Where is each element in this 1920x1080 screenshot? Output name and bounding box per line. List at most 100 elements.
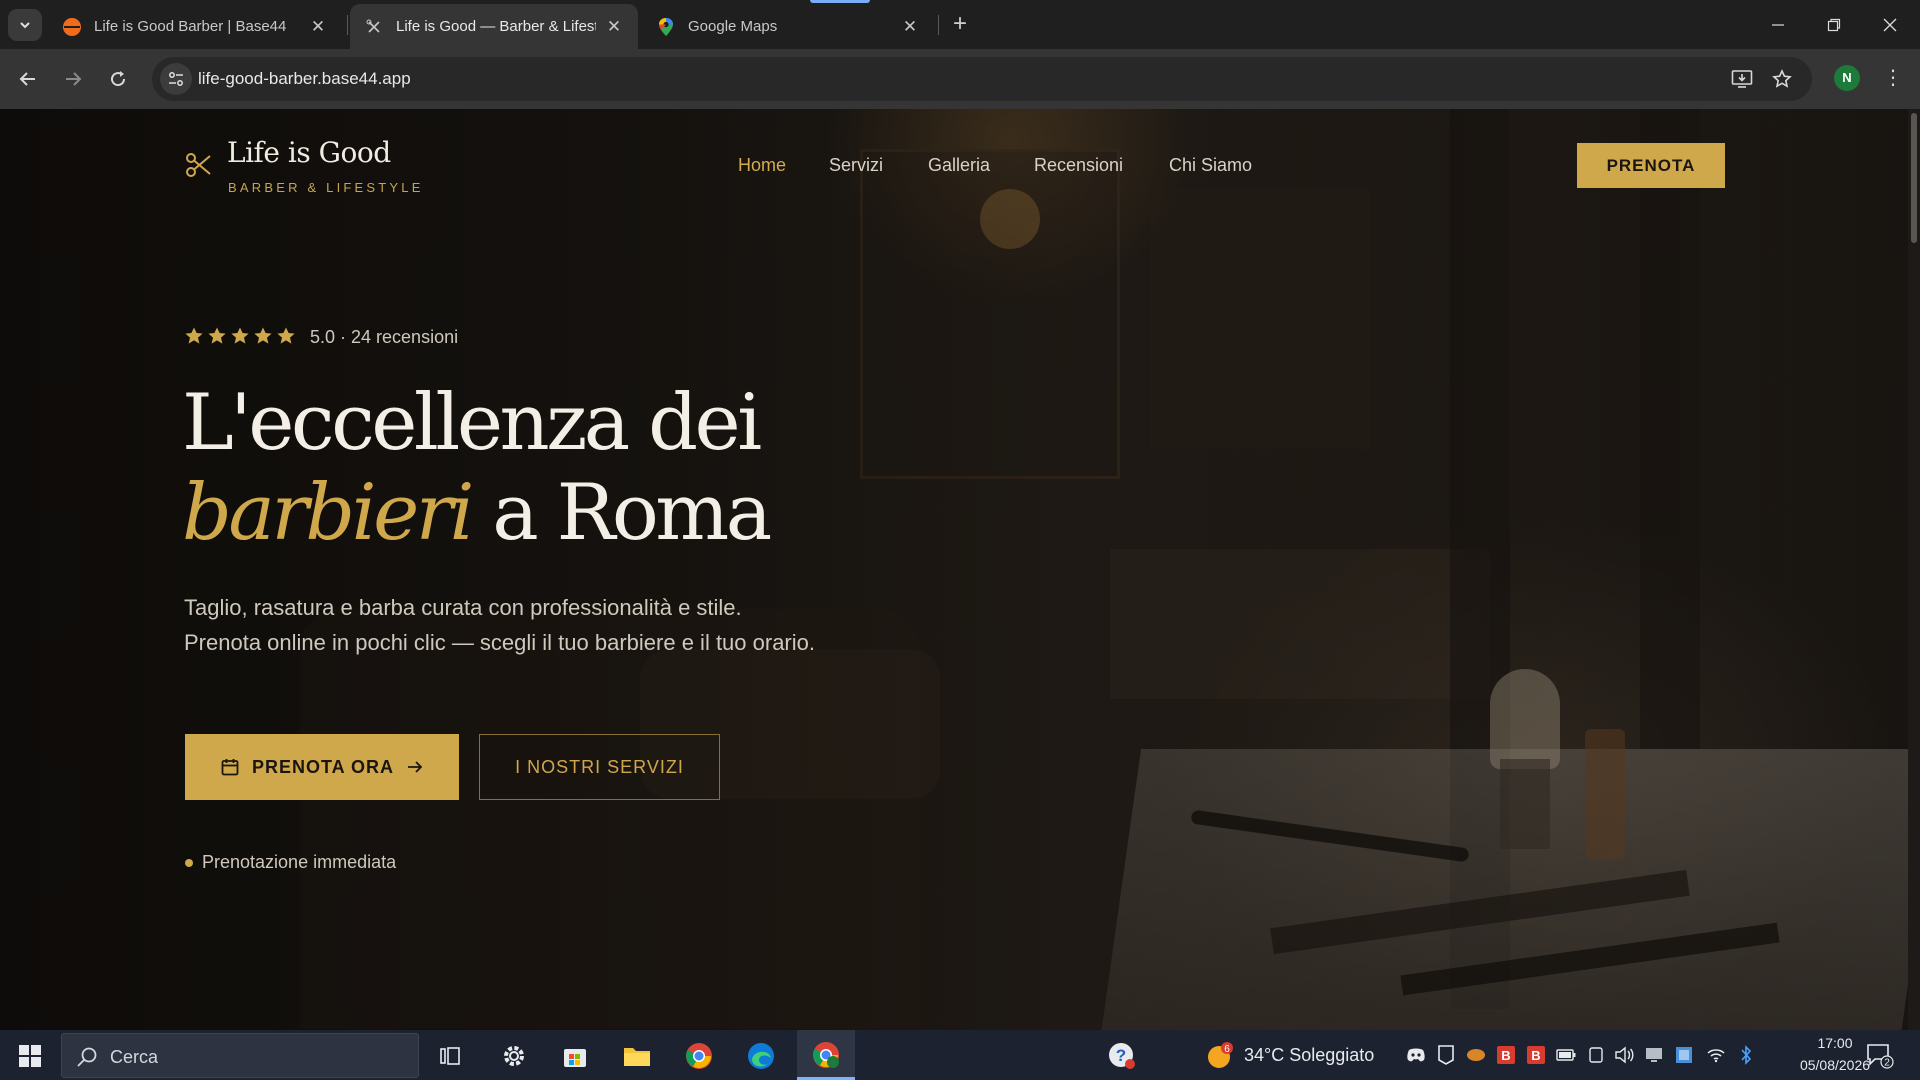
page-viewport: [0, 109, 1920, 1030]
prenota-ora-label: PRENOTA ORA: [251, 756, 394, 777]
notification-icon[interactable]: 2: [1862, 1038, 1898, 1074]
svg-text:?: ?: [1116, 1046, 1126, 1065]
site-info-button[interactable]: [160, 63, 192, 95]
install-app-button[interactable]: [1730, 67, 1754, 91]
search-icon: [77, 1047, 97, 1067]
windows-taskbar: Cerca ? 6 34°C Soleggiato B B 17:00 05/0…: [0, 1030, 1920, 1080]
tab-title: Life is Good — Barber & Lifestyle: [396, 18, 596, 35]
star-icon: [277, 327, 295, 344]
svg-text:B: B: [1531, 1048, 1540, 1063]
rating-text: 5.0 · 24 recensioni: [310, 327, 459, 347]
tab-title: Life is Good Barber | Base44: [94, 18, 287, 35]
url-text[interactable]: life-good-barber.base44.app: [198, 69, 411, 89]
edge-icon[interactable]: [743, 1038, 779, 1074]
reload-icon: [111, 71, 126, 87]
epic-games-icon[interactable]: [1436, 1045, 1456, 1065]
scissors-favicon-icon: [364, 17, 384, 37]
tray-network-adapter-icon[interactable]: [1674, 1045, 1694, 1065]
tray-red-b-icon[interactable]: B: [1496, 1045, 1516, 1065]
tab-search-button[interactable]: [8, 9, 42, 41]
weather-badge: 6: [1224, 1044, 1230, 1055]
tab-base44[interactable]: Life is Good Barber | Base44 ✕: [48, 4, 342, 49]
tab-divider: [938, 15, 939, 35]
restore-button[interactable]: [1806, 0, 1862, 49]
taskbar-search[interactable]: Cerca: [61, 1033, 419, 1078]
weather-text[interactable]: 34°C Soleggiato: [1244, 1045, 1374, 1066]
volume-icon[interactable]: [1614, 1045, 1634, 1065]
star-icon: [185, 327, 203, 344]
minimize-button[interactable]: [1750, 0, 1806, 49]
bookmark-button[interactable]: [1770, 67, 1794, 91]
tray-app-icon[interactable]: [1466, 1045, 1486, 1065]
brand-title[interactable]: Life is Good: [227, 136, 391, 169]
hero-headline-line1: L'eccellenza dei: [182, 378, 762, 468]
wifi-icon[interactable]: [1706, 1045, 1726, 1065]
tray-monitor-icon[interactable]: [1644, 1045, 1664, 1065]
nav-home[interactable]: Home: [738, 155, 786, 176]
rating-stars: [184, 326, 296, 346]
scissors-icon: [186, 153, 211, 177]
profile-avatar[interactable]: N: [1834, 65, 1860, 91]
arrow-left-icon: [19, 72, 35, 86]
nav-servizi[interactable]: Servizi: [829, 155, 883, 176]
chrome-icon[interactable]: [681, 1038, 717, 1074]
arrow-right-icon: [66, 72, 82, 86]
scrollbar-thumb[interactable]: [1911, 113, 1917, 243]
tray-red-b-icon[interactable]: B: [1526, 1045, 1546, 1065]
plus-icon: +: [952, 10, 967, 37]
star-icon: [254, 327, 272, 344]
brand-subtitle: BARBER & LIFESTYLE: [228, 180, 424, 195]
task-view-icon[interactable]: [432, 1038, 468, 1074]
notification-count: 2: [1884, 1058, 1890, 1069]
nostri-servizi-button[interactable]: I NOSTRI SERVIZI: [479, 734, 720, 800]
settings-icon[interactable]: [496, 1038, 532, 1074]
tab-life-is-good[interactable]: Life is Good — Barber & Lifestyle ✕: [350, 4, 638, 49]
windows-start-icon[interactable]: [12, 1038, 48, 1074]
help-icon[interactable]: ?: [1104, 1038, 1140, 1074]
hero-lead: Taglio, rasatura e barba curata con prof…: [184, 595, 815, 655]
address-bar[interactable]: life-good-barber.base44.app: [152, 57, 1812, 101]
microsoft-store-icon[interactable]: [557, 1038, 593, 1074]
nostri-servizi-label: I NOSTRI SERVIZI: [515, 756, 684, 777]
browser-toolbar: life-good-barber.base44.app N ⋮: [0, 49, 1920, 109]
star-icon: [231, 327, 249, 344]
new-tab-button[interactable]: +: [945, 10, 975, 40]
chevron-down-icon: [20, 22, 30, 29]
battery-icon[interactable]: [1556, 1045, 1576, 1065]
file-explorer-icon[interactable]: [619, 1038, 655, 1074]
nav-recensioni[interactable]: Recensioni: [1034, 155, 1123, 176]
discord-icon[interactable]: [1406, 1045, 1426, 1065]
prenota-ora-button[interactable]: PRENOTA ORA: [185, 734, 459, 800]
nav-galleria[interactable]: Galleria: [928, 155, 990, 176]
kebab-menu-icon[interactable]: ⋮: [1878, 62, 1908, 94]
close-icon[interactable]: ✕: [308, 17, 328, 37]
google-maps-pin-icon: [656, 17, 676, 37]
forward-button[interactable]: [55, 61, 91, 97]
base44-orange-dot-icon: [62, 17, 82, 37]
close-icon[interactable]: ✕: [604, 17, 624, 37]
tab-title: Google Maps: [688, 18, 778, 35]
bluetooth-icon[interactable]: [1736, 1045, 1756, 1065]
reload-button[interactable]: [100, 61, 136, 97]
browser-tabstrip: Life is Good Barber | Base44 ✕ Life is G…: [0, 0, 1920, 49]
star-icon: [208, 327, 226, 344]
arrow-right-icon: [408, 761, 423, 773]
calendar-icon: [221, 759, 239, 776]
install-app-icon: [1731, 70, 1753, 88]
hero-headline-emphasis: barbieri: [182, 468, 475, 558]
page-scrollbar[interactable]: [1908, 109, 1920, 1030]
minimize-icon: [1772, 23, 1784, 26]
svg-text:B: B: [1501, 1048, 1510, 1063]
tab-indicator: [810, 0, 870, 3]
close-icon[interactable]: ✕: [900, 17, 920, 37]
close-window-button[interactable]: [1862, 0, 1918, 49]
nav-chi-siamo[interactable]: Chi Siamo: [1169, 155, 1252, 176]
feature-text: Prenotazione immediata: [202, 852, 397, 872]
taskbar-search-placeholder: Cerca: [110, 1047, 159, 1067]
back-button[interactable]: [10, 61, 46, 97]
prenota-button[interactable]: PRENOTA: [1577, 143, 1725, 188]
tray-device-icon[interactable]: [1586, 1045, 1606, 1065]
chrome-profile-icon[interactable]: [797, 1030, 855, 1080]
tab-google-maps[interactable]: Google Maps ✕: [642, 4, 934, 49]
weather-sun-icon[interactable]: 6: [1202, 1038, 1238, 1074]
